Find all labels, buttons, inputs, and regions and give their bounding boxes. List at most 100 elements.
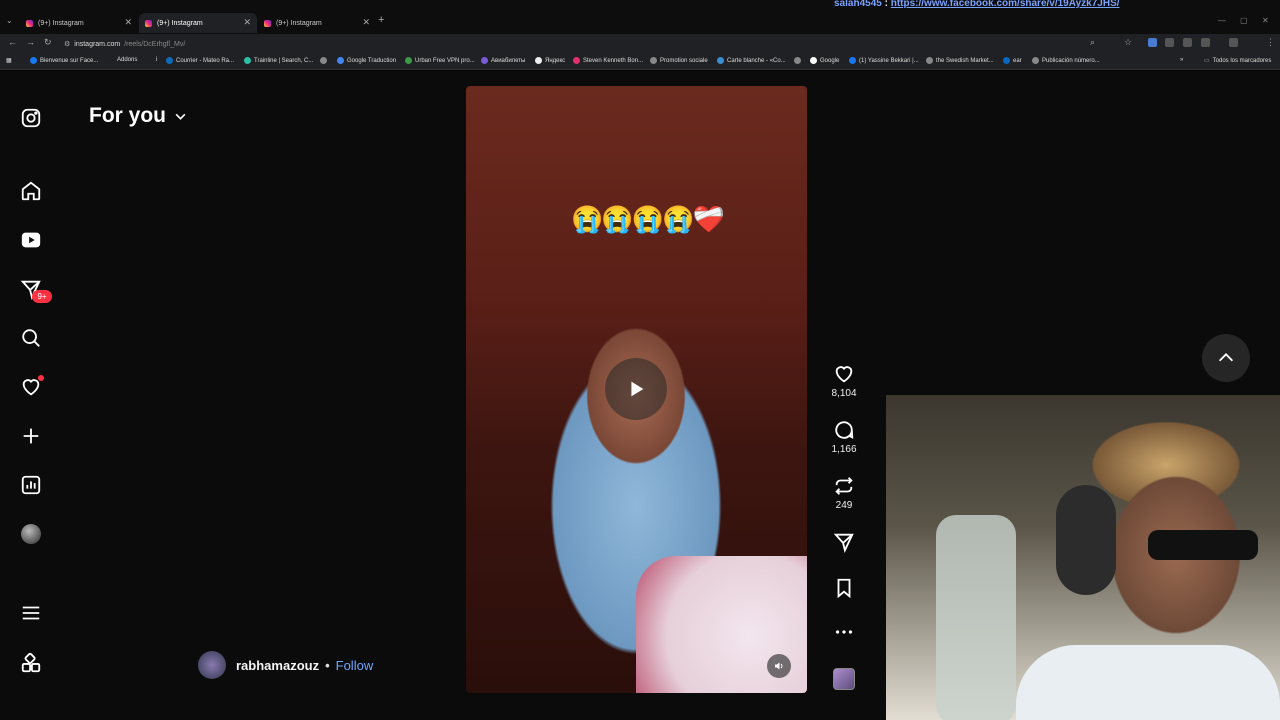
share-icon [833, 533, 854, 553]
bookmark-item[interactable]: Google Traduction [337, 57, 396, 64]
messages-icon[interactable]: 9+ [18, 276, 52, 303]
bookmark-item[interactable]: Carte blanche - «Co... [717, 57, 786, 64]
creator-username[interactable]: rabhamazouz [236, 658, 319, 673]
follow-button[interactable]: Follow [336, 658, 374, 673]
create-plus-icon[interactable] [18, 423, 44, 449]
play-button[interactable] [605, 358, 667, 420]
bookmark-item[interactable]: Courrier - Mateo Ra... [166, 57, 234, 64]
bookmark-item[interactable]: Urban Free VPN pro... [405, 57, 475, 64]
bookmark-label: Bienvenue sur Face... [40, 57, 99, 64]
audio-thumbnail[interactable] [833, 668, 855, 690]
feed-selector[interactable]: For you [89, 104, 187, 128]
extension-icon[interactable] [1183, 38, 1192, 47]
browser-tab-bar: ⌄ (9+) Instagram ✕ (9+) Instagram ✕ (9+)… [0, 0, 1280, 34]
bookmark-item[interactable]: Яндекс [535, 57, 565, 64]
extensions-puzzle-icon[interactable] [1201, 38, 1210, 47]
menu-icon[interactable] [18, 600, 44, 626]
globe-icon [650, 57, 657, 64]
search-icon[interactable] [18, 325, 44, 351]
bookmark-item[interactable]: Steven Kenneth Bon... [573, 57, 643, 64]
tab-title: (9+) Instagram [38, 19, 84, 27]
url-field[interactable]: ⚙ instagram.com/reels/DcErhgfl_Mv/ [64, 37, 1104, 51]
feed-title: For you [89, 104, 166, 127]
more-options-action[interactable] [826, 621, 862, 643]
vpn-icon [405, 57, 412, 64]
info-icon[interactable]: i [156, 57, 157, 63]
extension-icon[interactable] [1165, 38, 1174, 47]
apps-grid-icon[interactable]: ▦ [6, 57, 12, 64]
profile-icon[interactable] [1229, 38, 1238, 47]
screen: ⌄ (9+) Instagram ✕ (9+) Instagram ✕ (9+)… [0, 0, 1280, 720]
browser-tab-1[interactable]: (9+) Instagram ✕ [20, 13, 138, 33]
bookmark-label: Courrier - Mateo Ra... [176, 57, 235, 64]
bookmark-item[interactable]: Publicación número... [1032, 57, 1100, 64]
repost-icon [835, 477, 853, 495]
bookmark-item[interactable]: Авиабилеты [481, 57, 525, 64]
tab-close-icon[interactable]: ✕ [124, 17, 132, 28]
minimize-icon[interactable]: — [1218, 16, 1226, 25]
dashboard-chart-icon[interactable] [18, 472, 44, 498]
bookmark-item[interactable]: the Swedish Market... [926, 57, 994, 64]
webcam-headphones [1056, 485, 1116, 595]
repost-action[interactable]: 249 [826, 475, 862, 511]
creator-avatar[interactable] [198, 651, 226, 679]
bookmark-star-icon[interactable]: ☆ [1124, 37, 1132, 48]
instagram-logo-icon[interactable] [18, 105, 44, 131]
bookmark-label: (1) Yassine Bekkari |... [859, 57, 919, 64]
bookmark-item[interactable]: Google [810, 57, 839, 64]
tab-close-icon[interactable]: ✕ [243, 17, 251, 28]
previous-reel-button[interactable] [1202, 334, 1250, 382]
globe-icon[interactable] [794, 57, 801, 64]
more-bookmarks-icon[interactable]: » [1180, 57, 1183, 63]
reels-icon[interactable] [18, 227, 44, 253]
bookmark-label: ear [1013, 57, 1022, 64]
overlay-user: salah4545 [834, 0, 882, 9]
comment-action[interactable]: 1,166 [826, 419, 862, 455]
flights-icon [481, 57, 488, 64]
mute-button[interactable] [767, 654, 791, 678]
bookmark-item[interactable]: Addons [117, 57, 137, 63]
back-icon[interactable]: ← [8, 37, 17, 47]
profile-avatar[interactable] [18, 521, 44, 547]
home-icon[interactable] [18, 178, 44, 204]
stream-overlay-link: salah4545 : https://www.facebook.com/sha… [834, 0, 1120, 9]
webcam-chair [936, 515, 1016, 720]
tab-close-icon[interactable]: ✕ [362, 17, 370, 28]
globe-icon [1032, 57, 1039, 64]
browser-menu-icon[interactable]: ⋮ [1266, 37, 1275, 48]
forward-icon[interactable]: → [26, 37, 35, 47]
instagram-favicon-icon [264, 19, 271, 27]
tab-search-icon[interactable]: ⌄ [6, 16, 13, 25]
browser-tab-2[interactable]: (9+) Instagram ✕ [139, 13, 257, 33]
google-translate-icon [337, 57, 344, 64]
reel-creator: rabhamazouz • Follow [198, 651, 373, 679]
globe-icon [926, 57, 933, 64]
new-tab-icon[interactable]: + [378, 14, 384, 26]
reload-icon[interactable]: ↻ [44, 37, 52, 48]
zoom-icon[interactable]: ⌕ [1090, 37, 1095, 48]
also-from-meta-icon[interactable] [18, 650, 44, 676]
maximize-icon[interactable]: ▢ [1240, 16, 1248, 25]
extension-icon[interactable] [1148, 38, 1157, 47]
browser-tab-3[interactable]: (9+) Instagram ✕ [258, 13, 376, 33]
caption-emojis: 😭😭😭😭❤️‍🩹 [571, 204, 725, 234]
reel-video[interactable]: 😭😭😭😭❤️‍🩹 [466, 86, 807, 693]
bookmark-item[interactable]: Promotion sociale [650, 57, 708, 64]
site-info-icon[interactable]: ⚙ [64, 40, 70, 48]
all-bookmarks-folder[interactable]: ▭ Todos los marcadores [1204, 57, 1271, 65]
save-action[interactable] [826, 577, 862, 599]
bookmark-item[interactable]: (1) Yassine Bekkari |... [849, 57, 919, 64]
bookmark-item[interactable]: Bienvenue sur Face... [30, 57, 98, 64]
comment-icon [835, 421, 854, 439]
close-window-icon[interactable]: ✕ [1262, 16, 1269, 25]
play-icon [631, 381, 644, 397]
bookmark-item[interactable]: Trainline | Search, C... [244, 57, 313, 64]
bookmark-label: Яндекс [545, 57, 566, 64]
like-action[interactable]: 8,104 [826, 363, 862, 399]
share-action[interactable] [826, 531, 862, 553]
webcam-sunglasses [1148, 530, 1258, 560]
globe-icon[interactable] [320, 57, 327, 64]
heart-icon[interactable] [18, 374, 44, 400]
bookmark-item[interactable]: ear [1003, 57, 1022, 64]
webcam-overlay [886, 395, 1280, 720]
